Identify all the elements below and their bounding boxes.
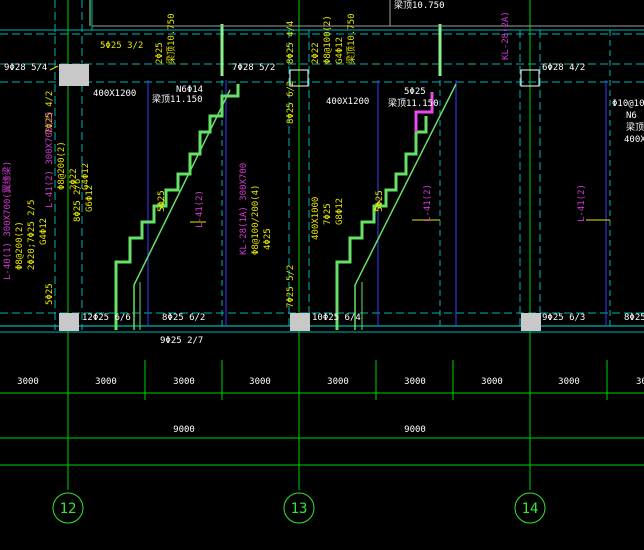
- mid-kl2: Φ8@100/200(4): [251, 185, 261, 255]
- stair-left: [114, 84, 240, 330]
- label-col12-right: 5Φ25 3/2: [100, 41, 143, 51]
- beam-elev-b: 梁顶11.150: [388, 97, 439, 109]
- columns: [59, 64, 541, 331]
- label-stack-b-1: Φ8@100(2): [323, 15, 333, 64]
- left-v2: 5Φ25: [45, 283, 55, 305]
- left-l41-a2: Φ8@200(2): [57, 141, 67, 190]
- left-l40b: Φ8@200(2): [15, 221, 25, 270]
- mid-five-r: 5Φ25: [375, 190, 385, 212]
- beam-n6: N6Φ14: [176, 85, 203, 95]
- dim-3000-6: 3000: [404, 377, 426, 387]
- label-stack-b-2: G4Φ12: [335, 37, 345, 64]
- axis-label-12: 12: [60, 501, 77, 517]
- dim-3000-4: 3000: [249, 377, 271, 387]
- mid-l41: L-41(2): [195, 190, 205, 228]
- dim-9000-2: 9000: [404, 425, 426, 435]
- mid-sz2: 7Φ25: [323, 203, 333, 225]
- dim-3000-2: 3000: [95, 377, 117, 387]
- bottom-b5: 9Φ25 6/3: [542, 313, 585, 323]
- bottom-b2: 8Φ25 6/2: [162, 313, 205, 323]
- mid-col13-v: 8Φ25 6/2: [286, 81, 296, 124]
- mid-col13-v2: 7Φ25 5/2: [286, 265, 296, 308]
- beam-right-edge-3: 400X: [624, 135, 644, 145]
- left-v3: 8Φ25 2/6: [73, 179, 83, 222]
- left-l40: L-40(1) 300X700(翼缘梁): [1, 161, 13, 280]
- dim-3000-1: 3000: [17, 377, 39, 387]
- axis-label-13: 13: [291, 501, 308, 517]
- label-stack-b-3: 梁顶10.750: [345, 13, 357, 64]
- left-l40d: G4Φ12: [39, 218, 49, 245]
- beam-size-b: 400X1200: [326, 97, 369, 107]
- label-stack-a-1: 梁顶10.750: [165, 13, 177, 64]
- label-col13-top: 8Φ25 4/4: [286, 21, 296, 64]
- dim-3000-5: 3000: [327, 377, 349, 387]
- bottom-b4: 10Φ25 6/4: [312, 313, 361, 323]
- grid-lines: [0, 0, 644, 490]
- beam-right-edge-2: 梁顶1: [626, 121, 644, 133]
- beam-top-5phi25: 5Φ25: [404, 87, 426, 97]
- mid-sz3: G8Φ12: [335, 198, 345, 225]
- dim-3000-8: 3000: [558, 377, 580, 387]
- label-stack-b-0: 2Φ22: [311, 42, 321, 64]
- column-12-bottom[interactable]: [59, 313, 79, 331]
- label-stack-a-0: 2Φ25: [155, 42, 165, 64]
- dim-9000-1: 9000: [173, 425, 195, 435]
- label-mid-a: 7Φ28 5/2: [232, 63, 275, 73]
- label-left-edge: 9Φ28 5/4: [4, 63, 47, 73]
- dimension-lines: [0, 360, 644, 466]
- left-l41-a: L-41(2) 300X700(2): [45, 110, 55, 208]
- beam-elev-a: 梁顶11.150: [152, 93, 203, 105]
- bottom-b3: 9Φ25 2/7: [160, 336, 203, 346]
- axis-label-14: 14: [522, 501, 539, 517]
- dim-3000-9: 3000: [636, 377, 644, 387]
- mid-kl3: 4Φ25: [263, 228, 273, 250]
- column-12-top[interactable]: [59, 64, 89, 86]
- mid-five-l: 5Φ25: [157, 190, 167, 212]
- bottom-b6: 8Φ25: [624, 313, 644, 323]
- left-l40c: 2Φ20;7Φ25 2/5: [27, 200, 37, 270]
- beam-right-edge-0: Φ10@100/20: [612, 99, 644, 109]
- beam-size-a: 400X1200: [93, 89, 136, 99]
- mid-kl: KL-28(1A) 300X700: [239, 163, 249, 255]
- stair-right: [335, 83, 457, 330]
- left-v4: G6Φ12: [85, 185, 95, 212]
- cad-drawing-canvas[interactable]: 12 13 14 3000 3000 3000 3000 3000 3000 3…: [0, 0, 644, 550]
- mid-l41-r: L-41(2): [423, 184, 433, 222]
- beam-right-edge-1: N6: [626, 111, 637, 121]
- mid-l41-r2: L-41(2): [577, 184, 587, 222]
- column-14-bottom[interactable]: [521, 313, 541, 331]
- label-right-a: 6Φ28 4/2: [542, 63, 585, 73]
- label-top-elev: 梁顶10.750: [394, 0, 445, 11]
- dim-3000-7: 3000: [481, 377, 503, 387]
- label-kl-top-right: KL-28(2A): [501, 11, 511, 60]
- bottom-b1: 12Φ25 6/6: [82, 313, 131, 323]
- mid-sz: 400X1000: [311, 197, 321, 240]
- dim-3000-3: 3000: [173, 377, 195, 387]
- column-13-bottom[interactable]: [290, 313, 310, 331]
